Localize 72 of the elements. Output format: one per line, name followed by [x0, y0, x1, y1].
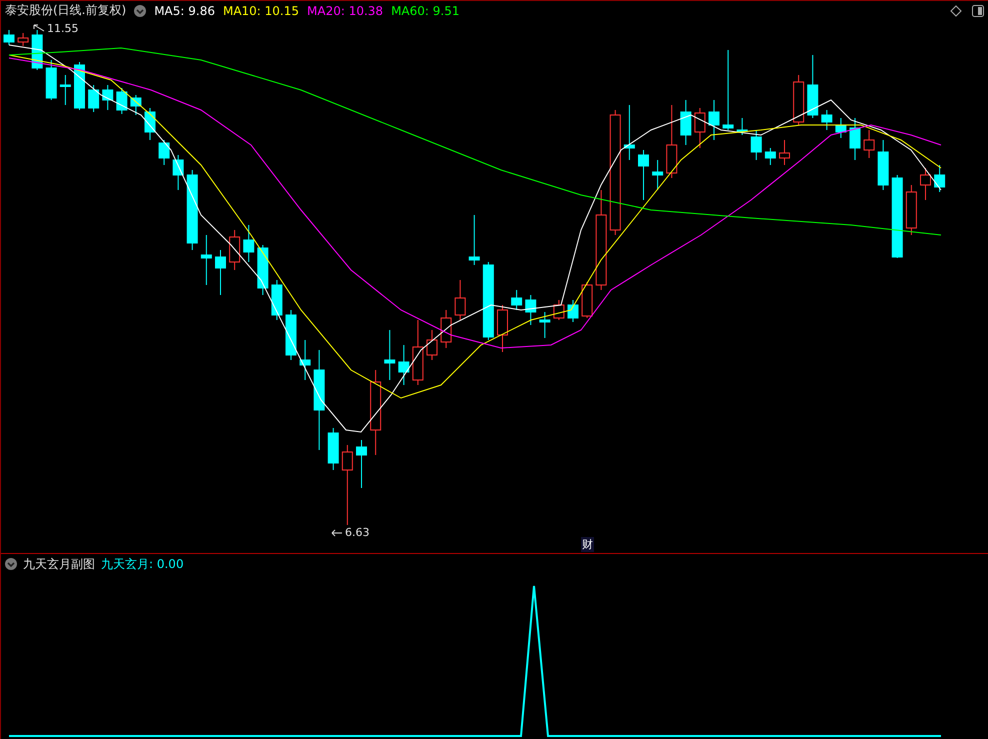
rising-candlestick [920, 168, 931, 200]
falling-candlestick [300, 340, 311, 380]
moving-average-label: MA60: 9.51 [391, 4, 460, 18]
rising-candlestick [426, 330, 438, 360]
falling-candlestick [130, 94, 142, 116]
rising-candlestick [454, 280, 466, 320]
diamond-icon[interactable] [950, 4, 962, 16]
falling-candlestick [257, 244, 268, 296]
panel-toggle-icon[interactable] [972, 4, 984, 16]
falling-candlestick [4, 30, 14, 46]
falling-candlestick [624, 104, 635, 160]
moving-average-label: MA20: 10.38 [307, 4, 384, 18]
finance-marker[interactable]: 财 [581, 537, 594, 552]
falling-candlestick [60, 74, 71, 106]
indicator-panel-title: 九天玄月副图 [23, 556, 95, 572]
falling-candlestick [680, 100, 692, 146]
falling-candlestick [286, 310, 296, 360]
rising-candlestick [582, 282, 593, 318]
rising-candlestick [229, 230, 240, 270]
falling-candlestick [158, 140, 170, 166]
rising-candlestick [694, 108, 706, 148]
falling-candlestick [144, 108, 156, 140]
falling-candlestick [850, 118, 860, 160]
falling-candlestick [525, 294, 536, 326]
stock-title: 泰安股份(日线.前复权) [5, 2, 126, 19]
falling-candlestick [328, 428, 339, 470]
falling-candlestick [46, 60, 57, 100]
rising-candlestick [906, 184, 917, 236]
falling-candlestick [398, 344, 410, 386]
rising-candlestick [553, 300, 564, 320]
falling-candlestick [638, 150, 649, 200]
falling-candlestick [102, 84, 114, 110]
falling-candlestick [878, 140, 889, 190]
low-price-label: 6.63 [345, 526, 370, 539]
rising-candlestick [497, 304, 508, 352]
falling-candlestick [708, 100, 720, 140]
falling-candlestick [568, 300, 578, 322]
falling-candlestick [821, 110, 832, 130]
falling-candlestick [539, 312, 550, 338]
rising-candlestick [779, 140, 790, 166]
rising-candlestick [18, 32, 29, 46]
falling-candlestick [356, 440, 367, 488]
falling-candlestick [200, 234, 212, 286]
rising-candlestick [412, 320, 424, 386]
falling-candlestick [116, 88, 128, 114]
rising-candlestick [793, 74, 804, 126]
falling-candlestick [807, 54, 818, 118]
chevron-down-icon[interactable] [134, 4, 146, 16]
moving-average-label: MA5: 9.86 [154, 4, 215, 18]
rising-candlestick [440, 310, 452, 348]
falling-candlestick [835, 118, 846, 138]
chevron-down-icon[interactable] [5, 558, 17, 570]
falling-candlestick [74, 62, 85, 110]
falling-candlestick [243, 224, 254, 262]
indicator-value-label: 九天玄月: 0.00 [101, 556, 184, 572]
falling-candlestick [511, 290, 522, 310]
moving-average-label: MA10: 10.15 [222, 4, 300, 18]
high-price-label: 11.55 [47, 22, 78, 35]
falling-candlestick [215, 250, 226, 296]
falling-candlestick [384, 330, 396, 380]
falling-candlestick [468, 214, 480, 266]
falling-candlestick [172, 154, 184, 190]
falling-candlestick [750, 130, 762, 160]
falling-candlestick [271, 280, 282, 320]
falling-candlestick [764, 148, 776, 166]
rising-candlestick [864, 130, 875, 158]
falling-candlestick [88, 84, 100, 112]
arrow-left-icon [331, 528, 343, 536]
falling-candlestick [652, 160, 664, 190]
arrow-icon [33, 24, 45, 34]
falling-candlestick [934, 164, 946, 192]
falling-candlestick [736, 118, 748, 136]
